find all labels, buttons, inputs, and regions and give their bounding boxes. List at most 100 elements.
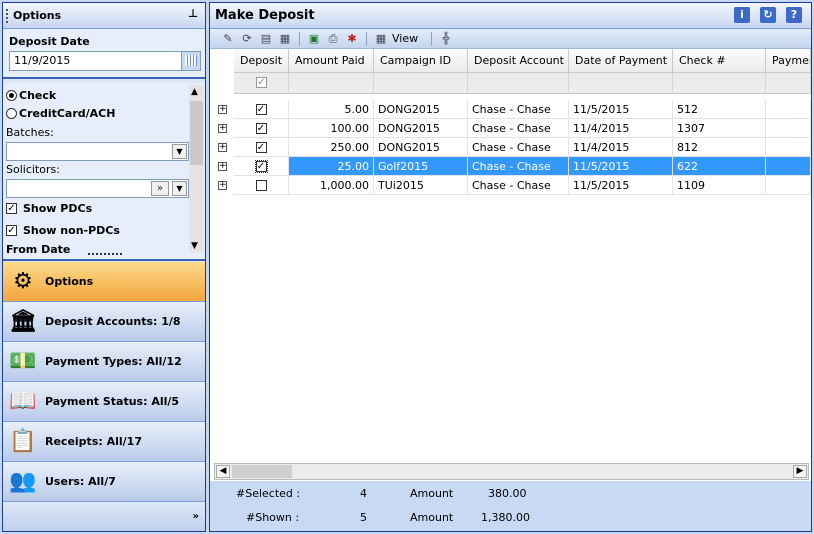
filter-deposit-cell[interactable]: ✓ <box>234 73 289 94</box>
deposit-checkbox[interactable]: ✓ <box>254 160 268 173</box>
scroll-down-icon[interactable]: ▼ <box>191 241 198 251</box>
payment-cell[interactable] <box>766 157 811 176</box>
scroll-left-icon[interactable]: ◀ <box>216 465 230 478</box>
pin-icon[interactable]: ⊥ <box>188 7 198 20</box>
show-pdcs-checkbox[interactable]: ✓ <box>6 203 17 214</box>
calendar-icon[interactable] <box>181 52 200 70</box>
splitter-handle[interactable] <box>88 253 122 255</box>
col-campaign-id[interactable]: Campaign ID <box>374 49 468 73</box>
horizontal-scrollbar[interactable]: ◀ ▶ <box>214 463 809 480</box>
show-non-pdcs-checkbox[interactable]: ✓ <box>6 225 17 236</box>
print-icon[interactable]: ⎙ <box>325 32 341 46</box>
account-cell[interactable]: Chase - Chase <box>468 119 569 138</box>
save-icon[interactable]: ▤ <box>258 32 274 46</box>
col-deposit-account[interactable]: Deposit Account <box>468 49 569 73</box>
table-row[interactable]: + ✓ 5.00 DONG2015 Chase - Chase 11/5/2015 512 <box>210 100 811 119</box>
account-cell[interactable]: Chase - Chase <box>468 176 569 195</box>
check-cell[interactable]: 1307 <box>673 119 766 138</box>
columns-icon[interactable]: ╬ <box>438 32 454 46</box>
view-button[interactable]: View <box>392 32 418 45</box>
payment-cell[interactable] <box>766 176 811 195</box>
check-cell[interactable]: 622 <box>673 157 766 176</box>
chevron-down-icon[interactable]: ▼ <box>172 181 187 196</box>
scroll-thumb[interactable] <box>190 101 203 165</box>
date-cell[interactable]: 11/5/2015 <box>569 157 673 176</box>
expand-icon[interactable]: + <box>218 162 227 171</box>
filter-cell[interactable] <box>673 73 766 94</box>
expand-icon[interactable]: + <box>218 181 227 190</box>
date-cell[interactable]: 11/5/2015 <box>569 176 673 195</box>
nav-more-button[interactable]: » <box>193 511 199 522</box>
show-non-pdcs-option[interactable]: ✓ Show non-PDCs <box>6 224 120 237</box>
options-scrollbar[interactable]: ▲ ▼ <box>189 85 204 253</box>
grid-view-icon[interactable]: ▦ <box>373 32 389 46</box>
campaign-cell[interactable]: Golf2015 <box>374 157 468 176</box>
date-cell[interactable]: 11/5/2015 <box>569 100 673 119</box>
deposit-checkbox[interactable]: ✓ <box>255 123 267 134</box>
payment-cell[interactable] <box>766 138 811 157</box>
deposit-checkbox[interactable] <box>255 180 267 191</box>
filter-cell[interactable] <box>374 73 468 94</box>
solicitors-combo[interactable]: » ▼ <box>6 179 189 198</box>
col-payment[interactable]: Payment <box>766 49 811 73</box>
refresh-icon[interactable]: ↻ <box>760 7 776 23</box>
radio-creditcard-dot[interactable] <box>6 108 17 119</box>
filter-cell[interactable] <box>468 73 569 94</box>
check-cell[interactable]: 1109 <box>673 176 766 195</box>
table-row[interactable]: + ✓ 25.00 Golf2015 Chase - Chase 11/5/2015 622 <box>210 157 811 176</box>
grip-icon[interactable] <box>6 9 8 23</box>
double-chevron-icon[interactable]: » <box>151 181 169 196</box>
campaign-cell[interactable]: TUi2015 <box>374 176 468 195</box>
campaign-cell[interactable]: DONG2015 <box>374 138 468 157</box>
nav-receipts[interactable]: 📋 Receipts: All/17 <box>3 422 205 462</box>
batches-combo[interactable]: ▼ <box>6 142 189 161</box>
col-date-of-payment[interactable]: Date of Payment <box>569 49 673 73</box>
payment-cell[interactable] <box>766 100 811 119</box>
radio-check-dot[interactable] <box>6 90 17 101</box>
filter-cell[interactable] <box>569 73 673 94</box>
check-cell[interactable]: 512 <box>673 100 766 119</box>
deposit-date-input[interactable]: 11/9/2015 <box>9 51 201 71</box>
amount-cell[interactable]: 1,000.00 <box>289 176 374 195</box>
filter-icon[interactable]: ▦ <box>277 32 293 46</box>
amount-cell[interactable]: 5.00 <box>289 100 374 119</box>
refresh-grid-icon[interactable]: ⟳ <box>239 32 255 46</box>
account-cell[interactable]: Chase - Chase <box>468 100 569 119</box>
nav-users[interactable]: 👥 Users: All/7 <box>3 462 205 502</box>
zoom-icon[interactable]: ✱ <box>344 32 360 46</box>
excel-icon[interactable]: ▣ <box>306 32 322 46</box>
deposit-checkbox[interactable]: ✓ <box>255 104 267 115</box>
help-icon[interactable]: ? <box>786 7 802 23</box>
amount-cell[interactable]: 100.00 <box>289 119 374 138</box>
account-cell[interactable]: Chase - Chase <box>468 157 569 176</box>
table-row[interactable]: +1,000.00 TUi2015 Chase - Chase 11/5/2015 11… <box>210 176 811 195</box>
col-check-number[interactable]: Check # <box>673 49 766 73</box>
campaign-cell[interactable]: DONG2015 <box>374 119 468 138</box>
col-amount-paid[interactable]: Amount Paid <box>289 49 374 73</box>
chevron-down-icon[interactable]: ▼ <box>172 144 187 159</box>
nav-payment-types[interactable]: 💵 Payment Types: All/12 <box>3 342 205 382</box>
payment-cell[interactable] <box>766 119 811 138</box>
scroll-up-icon[interactable]: ▲ <box>191 87 198 97</box>
nav-payment-status[interactable]: 📖 Payment Status: All/5 <box>3 382 205 422</box>
date-cell[interactable]: 11/4/2015 <box>569 138 673 157</box>
campaign-cell[interactable]: DONG2015 <box>374 100 468 119</box>
table-row[interactable]: + ✓ 250.00 DONG2015 Chase - Chase 11/4/2015 81… <box>210 138 811 157</box>
table-row[interactable]: + ✓ 100.00 DONG2015 Chase - Chase 11/4/2015 13… <box>210 119 811 138</box>
expand-icon[interactable]: + <box>218 105 227 114</box>
radio-creditcard[interactable]: CreditCard/ACH <box>6 107 115 120</box>
show-pdcs-option[interactable]: ✓ Show PDCs <box>6 202 92 215</box>
select-all-checkbox[interactable]: ✓ <box>256 77 267 88</box>
amount-cell[interactable]: 25.00 <box>289 157 374 176</box>
expand-icon[interactable]: + <box>218 124 227 133</box>
edit-icon[interactable]: ✎ <box>220 32 236 46</box>
hscroll-thumb[interactable] <box>232 465 292 478</box>
radio-check[interactable]: Check <box>6 89 56 102</box>
scroll-right-icon[interactable]: ▶ <box>793 465 807 478</box>
amount-cell[interactable]: 250.00 <box>289 138 374 157</box>
nav-options[interactable]: ⚙ Options <box>3 262 205 302</box>
info-icon[interactable]: i <box>734 7 750 23</box>
nav-deposit-accounts[interactable]: 🏛 Deposit Accounts: 1/8 <box>3 302 205 342</box>
filter-cell[interactable] <box>766 73 811 94</box>
deposit-checkbox[interactable]: ✓ <box>255 142 267 153</box>
